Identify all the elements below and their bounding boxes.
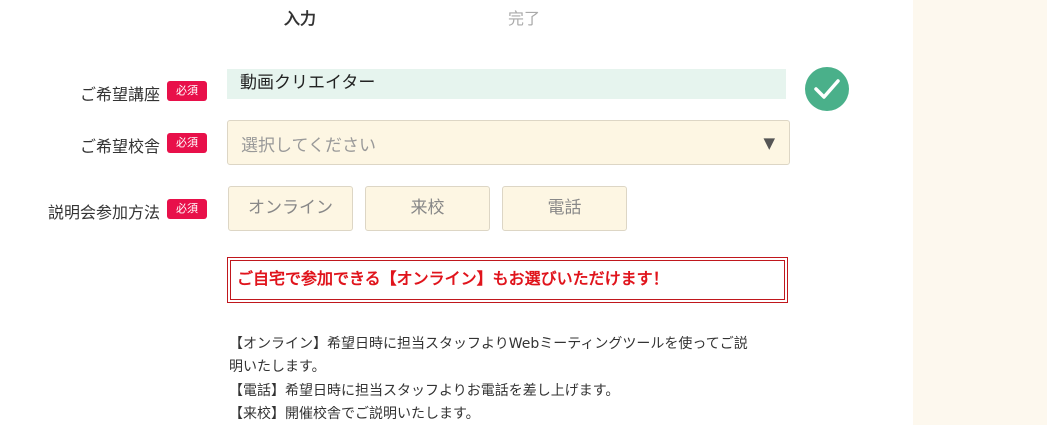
right-side-panel: [913, 0, 1047, 425]
method-label: 説明会参加方法: [47, 203, 160, 222]
method-online-button[interactable]: オンライン: [228, 186, 353, 231]
online-notice-text: ご自宅で参加できる【オンライン】もお選びいただけます！: [230, 260, 785, 300]
step-input: 入力: [284, 9, 317, 28]
school-label: ご希望校舎: [79, 137, 160, 156]
online-notice-box: ご自宅で参加できる【オンライン】もお選びいただけます！: [227, 257, 788, 303]
course-label: ご希望講座: [79, 85, 160, 104]
info-line: 明いたします。: [229, 359, 326, 375]
info-line: 【電話】希望日時に担当スタッフよりお電話を差し上げます。: [229, 383, 620, 399]
required-badge: 必須: [167, 81, 207, 101]
dropdown-arrow-icon: ▼: [763, 134, 775, 152]
school-select-placeholder: 選択してください: [241, 136, 376, 156]
school-select[interactable]: 選択してください ▼: [227, 120, 790, 165]
info-line: 【オンライン】希望日時に担当スタッフよりWebミーティングツールを使ってご説: [229, 336, 748, 352]
info-line: 【来校】開催校舎でご説明いたします。: [229, 406, 480, 422]
method-visit-button[interactable]: 来校: [365, 186, 490, 231]
required-badge: 必須: [167, 133, 207, 153]
method-phone-button[interactable]: 電話: [502, 186, 627, 231]
check-icon: [805, 67, 849, 111]
required-badge: 必須: [167, 199, 207, 219]
course-field[interactable]: 動画クリエイター: [227, 69, 786, 99]
step-complete: 完了: [508, 9, 541, 28]
